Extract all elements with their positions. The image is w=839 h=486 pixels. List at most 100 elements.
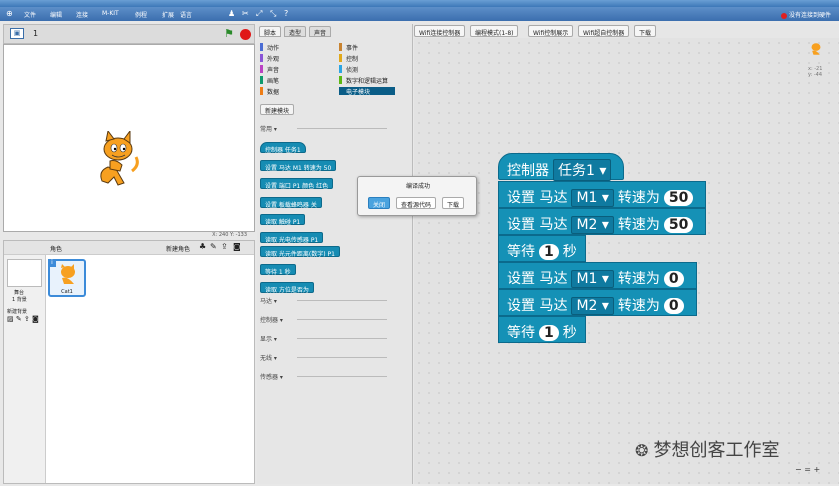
choose-sprite-icon[interactable]: ♣ bbox=[199, 242, 206, 251]
tab-costumes[interactable]: 造型 bbox=[284, 26, 307, 37]
shrink-icon[interactable]: ⤡ bbox=[270, 9, 276, 19]
palette-block-7[interactable]: 等待 1 秒 bbox=[260, 264, 296, 276]
grow-icon[interactable]: ⤢ bbox=[256, 9, 262, 19]
category-5[interactable]: 侦测 bbox=[339, 65, 358, 74]
script-block-3[interactable]: 等待 1 秒 bbox=[498, 235, 586, 262]
zoom-in-icon[interactable]: + bbox=[814, 465, 821, 474]
green-flag-icon[interactable]: ⚑ bbox=[224, 27, 234, 40]
palette-block-3[interactable]: 设置 板载蜂鸣器 关 bbox=[260, 197, 322, 209]
script-block-5[interactable]: 设置 马达 M2 ▾ 转速为 0 bbox=[498, 289, 697, 316]
section-common-label[interactable]: 常用 ▾ bbox=[260, 124, 277, 133]
dropdown-field[interactable]: M1 ▾ bbox=[571, 270, 614, 288]
section-divider bbox=[297, 338, 387, 339]
menu-edit[interactable]: 编辑 bbox=[50, 10, 62, 19]
sprite-number: 1 bbox=[33, 29, 39, 38]
zoom-out-icon[interactable]: − bbox=[795, 465, 802, 474]
paint-sprite-icon[interactable]: ✎ bbox=[210, 242, 217, 251]
wifi-control-button[interactable]: Wifi控制展示 bbox=[528, 25, 574, 37]
number-field[interactable]: 0 bbox=[663, 271, 684, 287]
number-field[interactable]: 0 bbox=[663, 298, 684, 314]
fullscreen-icon[interactable]: ▣ bbox=[10, 28, 24, 39]
make-block-button[interactable]: 新建模块 bbox=[260, 104, 295, 115]
category-3[interactable]: 控制 bbox=[339, 54, 358, 63]
tab-sounds[interactable]: 声音 bbox=[309, 26, 332, 37]
connection-status: 没有连接到硬件 bbox=[780, 10, 831, 19]
close-button[interactable]: 关闭 bbox=[368, 197, 391, 209]
section-label-3[interactable]: 无线 ▾ bbox=[260, 353, 277, 362]
number-field[interactable]: 1 bbox=[539, 325, 559, 341]
view-source-button[interactable]: 查看源代码 bbox=[396, 197, 437, 209]
category-1[interactable]: 事件 bbox=[339, 43, 358, 52]
category-2[interactable]: 外观 bbox=[260, 54, 279, 63]
backdrop-count: 1 背景 bbox=[12, 297, 27, 303]
menu-language[interactable]: 语言 bbox=[180, 10, 192, 19]
section-label-2[interactable]: 显示 ▾ bbox=[260, 334, 277, 343]
zoom-controls: − = + bbox=[795, 465, 820, 474]
number-field[interactable]: 1 bbox=[539, 244, 559, 260]
palette-block-1[interactable]: 设置 马达 M1 转速为 50 bbox=[260, 160, 337, 172]
zoom-reset-icon[interactable]: = bbox=[804, 465, 811, 474]
upload-sprite-icon[interactable]: ⇪ bbox=[221, 242, 228, 251]
stage-toolbar: ▣ 1 ⚑ bbox=[3, 24, 255, 44]
stage-canvas[interactable] bbox=[3, 44, 255, 232]
section-label-1[interactable]: 控制器 ▾ bbox=[260, 315, 283, 324]
wifi-controller-button[interactable]: Wifi超自控制器 bbox=[578, 25, 630, 37]
block-text: 设置 马达 bbox=[507, 298, 568, 314]
dropdown-field[interactable]: M1 ▾ bbox=[571, 189, 614, 207]
number-field[interactable]: 50 bbox=[663, 217, 694, 233]
block-text: 设置 马达 bbox=[507, 190, 568, 206]
script-block-1[interactable]: 设置 马达 M1 ▾ 转速为 50 bbox=[498, 181, 707, 208]
category-7[interactable]: 数字和逻辑运算 bbox=[339, 76, 388, 85]
palette-block-6[interactable]: 读取 光元件距离(数字) P1 bbox=[260, 246, 340, 258]
backdrop-tools-icon[interactable]: ▨ ✎ ⇪ ◙ bbox=[7, 315, 39, 323]
wifi-connect-button[interactable]: Wifi连接控制器 bbox=[414, 25, 466, 37]
palette-block-2[interactable]: 设置 端口 P1 颜色 红色 bbox=[260, 178, 334, 190]
dialog-download-button[interactable]: 下载 bbox=[442, 197, 465, 209]
help-icon[interactable]: ? bbox=[284, 9, 288, 18]
palette-block-5[interactable]: 读取 光电传感器 P1 bbox=[260, 232, 324, 244]
number-field[interactable]: 50 bbox=[663, 190, 694, 206]
section-divider bbox=[297, 357, 387, 358]
download-button[interactable]: 下载 bbox=[634, 25, 657, 37]
palette-block-4[interactable]: 读取 触碰 P1 bbox=[260, 214, 306, 226]
script-block-4[interactable]: 设置 马达 M1 ▾ 转速为 0 bbox=[498, 262, 697, 289]
camera-icon[interactable]: ◙ bbox=[233, 242, 241, 251]
stage-thumbnail[interactable] bbox=[7, 259, 42, 287]
block-text: 转速为 bbox=[617, 217, 660, 233]
cat-sprite[interactable] bbox=[94, 131, 142, 191]
window-titlebar bbox=[0, 0, 839, 7]
script-block-0[interactable]: 控制器 任务1 ▾ bbox=[498, 153, 625, 181]
duplicate-icon[interactable]: ♟ bbox=[228, 9, 235, 18]
script-block-6[interactable]: 等待 1 秒 bbox=[498, 316, 586, 343]
script-area[interactable]: x: -21 y: -44 控制器 任务1 ▾ 设置 马达 M1 ▾ 转速为 50 设置 马… bbox=[414, 38, 839, 484]
section-label-4[interactable]: 传感器 ▾ bbox=[260, 372, 283, 381]
category-0[interactable]: 动作 bbox=[260, 43, 279, 52]
menu-file[interactable]: 文件 bbox=[24, 10, 36, 19]
cut-icon[interactable]: ✂ bbox=[242, 9, 249, 18]
menu-extensions[interactable]: 扩展 bbox=[162, 10, 174, 19]
stop-icon[interactable] bbox=[240, 29, 251, 40]
category-4[interactable]: 声音 bbox=[260, 65, 279, 74]
section-divider bbox=[297, 376, 387, 377]
palette-block-8[interactable]: 读取 方位是否为 bbox=[260, 282, 314, 294]
block-text: 转速为 bbox=[617, 271, 660, 287]
tab-scripts[interactable]: 脚本 bbox=[259, 26, 282, 37]
menu-examples[interactable]: 例程 bbox=[135, 10, 147, 19]
dropdown-field[interactable]: M2 ▾ bbox=[571, 216, 614, 234]
menu-mkit[interactable]: M-KIT bbox=[102, 10, 119, 17]
sprite-thumbnail-cat[interactable]: i Cat1 bbox=[48, 259, 86, 297]
section-label-0[interactable]: 马达 ▾ bbox=[260, 296, 277, 305]
category-8[interactable]: 数据 bbox=[260, 87, 279, 96]
globe-icon[interactable]: ⊕ bbox=[6, 9, 13, 18]
program-mode-button[interactable]: 编程模式(1-8) bbox=[470, 25, 519, 37]
category-6[interactable]: 画笔 bbox=[260, 76, 279, 85]
menu-connect[interactable]: 连接 bbox=[76, 10, 88, 19]
dropdown-field[interactable]: M2 ▾ bbox=[571, 297, 614, 315]
stage-thumbnail-column: 舞台 1 背景 新建背景 ▨ ✎ ⇪ ◙ bbox=[4, 255, 46, 483]
info-icon[interactable]: i bbox=[48, 259, 56, 267]
script-block-2[interactable]: 设置 马达 M2 ▾ 转速为 50 bbox=[498, 208, 707, 235]
category-9[interactable]: 电子模块 bbox=[339, 87, 395, 96]
dropdown-field[interactable]: 任务1 ▾ bbox=[553, 159, 612, 181]
block-text: 设置 马达 bbox=[507, 217, 568, 233]
palette-block-0[interactable]: 控制器 任务1 bbox=[260, 142, 306, 154]
